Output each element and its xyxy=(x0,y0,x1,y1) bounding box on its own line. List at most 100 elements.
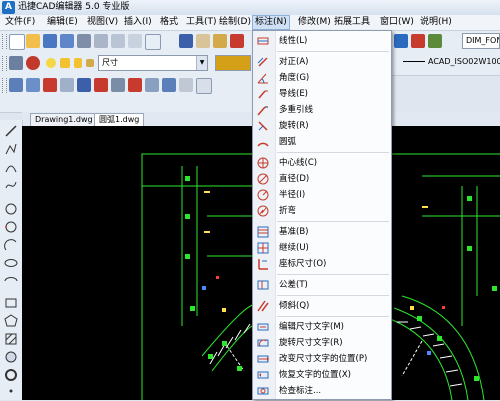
menu-tools[interactable]: 工具(T) xyxy=(184,15,219,30)
line-tool-icon[interactable] xyxy=(4,124,18,138)
menu-item-rotated[interactable]: 旋转(R) xyxy=(253,118,391,134)
menu-item-arc[interactable]: 圆弧 xyxy=(253,134,391,150)
table-style-icon[interactable] xyxy=(428,34,442,48)
chevron-down-icon[interactable]: ▼ xyxy=(196,56,207,70)
menu-item-aligned[interactable]: 对正(A) xyxy=(253,54,391,70)
menu-format[interactable]: 格式 xyxy=(158,15,180,30)
title-bar: A 迅捷CAD编辑器 5.0 专业版 xyxy=(0,0,500,16)
zoom-icon[interactable] xyxy=(145,78,159,92)
donut-tool-icon[interactable] xyxy=(4,368,18,382)
font-style-combo[interactable]: DIM_FONT xyxy=(462,33,500,49)
menu-item-label: 座标尺寸(O) xyxy=(279,259,327,269)
menu-item-baseline[interactable]: 基准(B) xyxy=(253,224,391,240)
menu-item-linear[interactable]: 线性(L) xyxy=(253,33,391,49)
menu-window[interactable]: 窗口(W) xyxy=(378,15,416,30)
menu-item-ordinate[interactable]: 座标尺寸(O) xyxy=(253,256,391,272)
arc-tool-icon[interactable] xyxy=(4,160,18,174)
undo-icon[interactable] xyxy=(230,34,244,48)
polyline-tool-icon[interactable] xyxy=(4,142,18,156)
send-back-icon[interactable] xyxy=(26,78,40,92)
menu-insert[interactable]: 插入(I) xyxy=(122,15,154,30)
color-wheel-icon[interactable] xyxy=(26,56,40,70)
copy-icon[interactable] xyxy=(196,34,210,48)
print-preview-icon[interactable] xyxy=(94,34,108,48)
arc-3p-tool-icon[interactable] xyxy=(4,238,18,252)
scissors-icon[interactable] xyxy=(179,34,193,48)
menu-modify[interactable]: 修改(M) xyxy=(296,15,333,30)
above-object-icon[interactable] xyxy=(43,78,57,92)
lock-icon[interactable] xyxy=(74,58,82,68)
menu-item-move-dim-text[interactable]: 改变尺寸文字的位置(P) xyxy=(253,351,391,367)
linetype-combo[interactable]: ACAD_ISO02W100 xyxy=(400,55,500,71)
toolbar-grip[interactable] xyxy=(2,56,7,71)
menu-item-label: 折弯 xyxy=(279,206,297,216)
light-bulb-icon[interactable] xyxy=(46,58,56,68)
menu-item-rotate-dim-text[interactable]: 旋转尺寸文字(R) xyxy=(253,335,391,351)
color-combo[interactable] xyxy=(215,55,251,71)
save-icon[interactable] xyxy=(43,34,57,48)
move-dim-text-icon xyxy=(257,355,269,363)
menu-dimension[interactable]: 标注(N) xyxy=(252,15,290,30)
regen-icon[interactable] xyxy=(179,78,193,92)
page-setup-icon[interactable] xyxy=(111,34,125,48)
hatch-tool-icon[interactable] xyxy=(4,332,18,346)
paste-icon[interactable] xyxy=(213,34,227,48)
layer-combo[interactable]: 尺寸 ▼ xyxy=(98,55,208,71)
menu-item-restore-text[interactable]: 恢复文字的位置(X) xyxy=(253,367,391,383)
menu-item-leader[interactable]: 导线(E) xyxy=(253,86,391,102)
sun-icon[interactable] xyxy=(60,58,70,68)
menu-item-radius[interactable]: 半径(I) xyxy=(253,187,391,203)
menu-edit[interactable]: 编辑(E) xyxy=(45,15,80,30)
menu-item-label: 改变尺寸文字的位置(P) xyxy=(279,354,368,364)
polygon-tool-icon[interactable] xyxy=(4,314,18,328)
menu-extended-tools[interactable]: 拓展工具 xyxy=(332,15,372,30)
measure-icon[interactable] xyxy=(111,78,125,92)
menu-item-edit-dim-text[interactable]: 编辑尺寸文字(M) xyxy=(253,319,391,335)
ellipse-arc-tool-icon[interactable] xyxy=(4,274,18,288)
dim-style-icon[interactable] xyxy=(411,34,425,48)
menu-help[interactable]: 说明(H) xyxy=(418,15,454,30)
menu-item-diameter[interactable]: 直径(D) xyxy=(253,171,391,187)
bring-front-icon[interactable] xyxy=(9,78,23,92)
point-tool-icon[interactable] xyxy=(4,384,18,398)
menu-view[interactable]: 视图(V) xyxy=(85,15,120,30)
group-icon[interactable] xyxy=(77,78,91,92)
menu-item-inspect-dim[interactable]: 检查标注... xyxy=(253,383,391,399)
print-icon[interactable] xyxy=(77,34,91,48)
open-folder-icon[interactable] xyxy=(26,34,40,48)
menu-item-centerline[interactable]: 中心线(C) xyxy=(253,155,391,171)
text-style-icon[interactable] xyxy=(394,34,408,48)
menu-item-angular[interactable]: 角度(G) xyxy=(253,70,391,86)
ungroup-icon[interactable] xyxy=(94,78,108,92)
new-file-icon[interactable] xyxy=(9,34,25,50)
menu-item-oblique[interactable]: 倾斜(Q) xyxy=(253,298,391,314)
pan-icon[interactable] xyxy=(162,78,176,92)
rectangle-tool-icon[interactable] xyxy=(4,296,18,310)
properties-icon[interactable] xyxy=(196,78,212,94)
erase-icon[interactable] xyxy=(128,78,142,92)
tab-arc1[interactable]: 圆弧1.dwg xyxy=(94,113,145,126)
region-tool-icon[interactable] xyxy=(4,350,18,364)
layer-color-icon[interactable] xyxy=(86,59,94,67)
menu-item-tolerance[interactable]: 公差(T) xyxy=(253,277,391,293)
tab-drawing1[interactable]: Drawing1.dwg xyxy=(30,113,98,126)
below-object-icon[interactable] xyxy=(60,78,74,92)
circle-tool-icon[interactable] xyxy=(4,202,18,216)
toolbar-grip[interactable] xyxy=(2,34,7,49)
circle-2p-tool-icon[interactable] xyxy=(4,220,18,234)
menu-item-label: 圆弧 xyxy=(279,137,297,147)
save-as-icon[interactable] xyxy=(60,34,74,48)
layer-manager-icon[interactable] xyxy=(9,56,23,70)
cut-icon[interactable] xyxy=(162,34,176,48)
menu-item-continue[interactable]: 继续(U) xyxy=(253,240,391,256)
ellipse-tool-icon[interactable] xyxy=(4,256,18,270)
spline-tool-icon[interactable] xyxy=(4,178,18,192)
app-logo-icon[interactable]: A xyxy=(2,1,15,14)
menu-file[interactable]: 文件(F) xyxy=(3,15,37,30)
menu-item-jogged[interactable]: 折弯 xyxy=(253,203,391,219)
menu-item-multileader[interactable]: 多重引线 xyxy=(253,102,391,118)
toolbar-grip[interactable] xyxy=(2,78,7,93)
menu-draw[interactable]: 绘制(D) xyxy=(217,15,253,30)
find-icon[interactable] xyxy=(128,34,142,48)
spellcheck-icon[interactable] xyxy=(145,34,161,50)
